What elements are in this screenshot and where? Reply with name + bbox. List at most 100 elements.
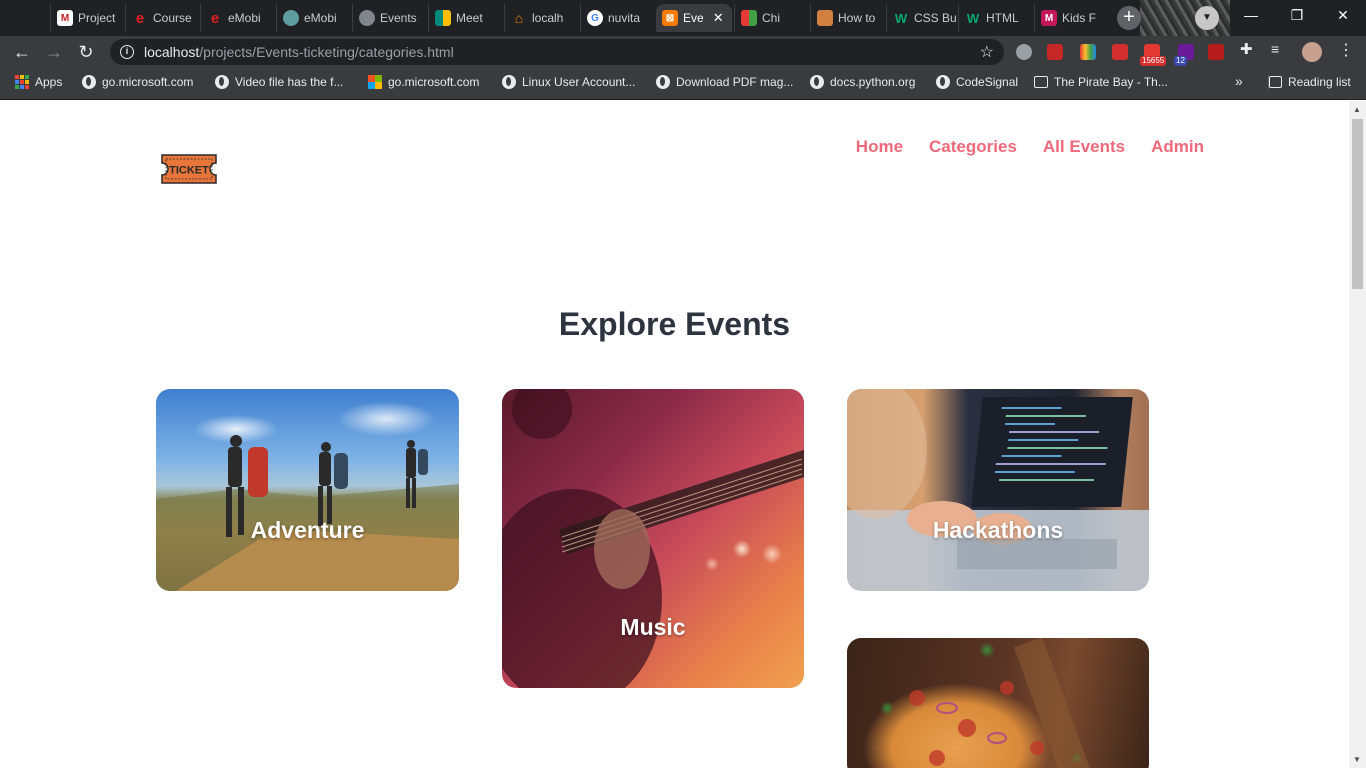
bookmark-apps[interactable]: Apps — [15, 75, 62, 89]
site-info-icon[interactable]: i — [120, 45, 134, 59]
w3-icon: W — [894, 10, 908, 26]
nav-home[interactable]: Home — [856, 137, 903, 157]
globe-icon — [810, 75, 824, 89]
globe-icon — [359, 10, 375, 26]
svg-text:TICKET: TICKET — [169, 165, 209, 177]
category-label: Hackathons — [932, 517, 1064, 543]
apps-grid-icon — [15, 75, 29, 89]
guitar-image — [502, 389, 804, 688]
nav-categories[interactable]: Categories — [929, 137, 1017, 157]
extension-icon[interactable] — [1016, 44, 1032, 60]
minimize-icon[interactable]: — — [1228, 0, 1274, 32]
globe-icon — [82, 75, 96, 89]
globe-icon — [656, 75, 670, 89]
bookmark-item[interactable]: The Pirate Bay - Th... — [1034, 75, 1168, 89]
address-bar[interactable]: i localhost/projects/Events-ticketing/ca… — [110, 39, 1004, 65]
url-text[interactable]: localhost/projects/Events-ticketing/cate… — [144, 44, 454, 60]
ticket-logo[interactable]: TICKET — [158, 153, 220, 185]
xampp-icon: ⌂ — [514, 10, 524, 26]
avatar[interactable] — [1302, 42, 1322, 62]
category-label: Music — [620, 614, 686, 640]
tab-search-icon[interactable]: ▼ — [1195, 6, 1219, 30]
media-control-icon[interactable]: ≡ — [1271, 41, 1287, 57]
tab-course[interactable]: e Course — [125, 4, 197, 32]
scroll-up-icon[interactable]: ▲ — [1353, 105, 1361, 114]
tab-strip: M Project e Course e eMobi eMobi Events … — [0, 0, 1366, 36]
forward-icon[interactable]: → — [42, 40, 66, 64]
e-icon: e — [135, 9, 145, 27]
page-viewport: TICKET Home Categories All Events Admin … — [0, 101, 1349, 768]
bookmark-item[interactable]: CodeSignal — [936, 75, 1018, 89]
tab-localhost[interactable]: ⌂ localh — [504, 4, 576, 32]
pizza-image — [909, 638, 1091, 768]
tab-events[interactable]: Events — [352, 4, 424, 32]
page-title: Explore Events — [558, 306, 791, 342]
new-tab-button[interactable]: + — [1117, 6, 1141, 30]
tab-html[interactable]: W HTML — [958, 4, 1030, 32]
browser-toolbar: ← → ↻ i localhost/projects/Events-ticket… — [0, 36, 1366, 68]
restore-icon[interactable]: ❐ — [1274, 0, 1320, 32]
back-icon[interactable]: ← — [10, 40, 34, 64]
gmail-icon: M — [57, 10, 73, 26]
microsoft-icon — [368, 75, 382, 89]
bookmark-icon — [817, 10, 833, 26]
m-icon: M — [1041, 10, 1057, 26]
category-card-adventure[interactable]: Adventure — [156, 389, 459, 591]
tab-emobi-2[interactable]: eMobi — [276, 4, 348, 32]
hikers-image — [156, 435, 459, 591]
main-nav: Home Categories All Events Admin — [856, 137, 1204, 157]
close-tab-icon[interactable]: ✕ — [713, 10, 724, 26]
extension-icon[interactable] — [1047, 44, 1063, 60]
tab-kids[interactable]: M Kids F — [1034, 4, 1110, 32]
globe-icon — [502, 75, 516, 89]
cn-icon — [741, 10, 757, 26]
menu-dots-icon[interactable]: ⋮ — [1338, 40, 1354, 59]
nav-admin[interactable]: Admin — [1151, 137, 1204, 157]
bookmark-item[interactable]: Video file has the f... — [215, 75, 344, 89]
bookmark-item[interactable]: Linux User Account... — [502, 75, 635, 89]
reading-list-button[interactable]: Reading list — [1268, 75, 1351, 89]
bookmark-item[interactable]: go.microsoft.com — [368, 75, 479, 89]
scroll-thumb[interactable] — [1352, 119, 1363, 289]
bookmark-star-icon[interactable]: ☆ — [980, 42, 994, 62]
bookmark-item[interactable]: go.microsoft.com — [82, 75, 193, 89]
ublock-icon[interactable] — [1208, 44, 1224, 60]
tab-chi[interactable]: Chi — [734, 4, 806, 32]
w3-icon: W — [966, 10, 980, 26]
tab-emobi-1[interactable]: e eMobi — [200, 4, 272, 32]
google-icon: G — [587, 10, 603, 26]
shield-extension-icon[interactable]: 12 — [1174, 44, 1194, 66]
mail-extension-icon[interactable]: 15655 — [1140, 44, 1167, 66]
globe-icon — [283, 10, 299, 26]
hands-on-keyboard-image — [847, 389, 1117, 569]
scroll-down-icon[interactable]: ▼ — [1353, 755, 1361, 764]
globe-icon — [215, 75, 229, 89]
computer-icon — [1034, 76, 1048, 88]
category-card-food[interactable] — [847, 638, 1149, 768]
category-card-hackathons[interactable]: Hackathons — [847, 389, 1149, 591]
tab-project[interactable]: M Project — [50, 4, 122, 32]
extension-icon[interactable] — [1112, 44, 1128, 60]
nav-all-events[interactable]: All Events — [1043, 137, 1125, 157]
tab-css[interactable]: W CSS Bu — [886, 4, 956, 32]
reading-list-icon — [1269, 76, 1282, 88]
xampp-icon: ⊠ — [662, 10, 678, 26]
tab-nuvita[interactable]: G nuvita — [580, 4, 652, 32]
tab-events-active[interactable]: ⊠ Eve ✕ — [656, 4, 732, 32]
bookmark-item[interactable]: Download PDF mag... — [656, 75, 793, 89]
bookmark-item[interactable]: docs.python.org — [810, 75, 915, 89]
category-label: Adventure — [250, 517, 365, 543]
bookmarks-bar: Apps go.microsoft.com Video file has the… — [0, 68, 1366, 100]
e-icon: e — [210, 9, 220, 27]
globe-icon — [936, 75, 950, 89]
meet-icon — [435, 10, 451, 26]
bookmarks-overflow-button[interactable]: » — [1235, 73, 1243, 89]
extensions-puzzle-icon[interactable]: ✚ — [1240, 40, 1256, 58]
tab-meet[interactable]: Meet — [428, 4, 500, 32]
close-window-icon[interactable]: ✕ — [1320, 0, 1366, 32]
reload-icon[interactable]: ↻ — [74, 40, 98, 64]
tab-how-to[interactable]: How to — [810, 4, 882, 32]
page-scrollbar[interactable]: ▲ ▼ — [1349, 101, 1366, 768]
category-card-music[interactable]: Music — [502, 389, 804, 688]
color-picker-icon[interactable] — [1080, 44, 1096, 60]
